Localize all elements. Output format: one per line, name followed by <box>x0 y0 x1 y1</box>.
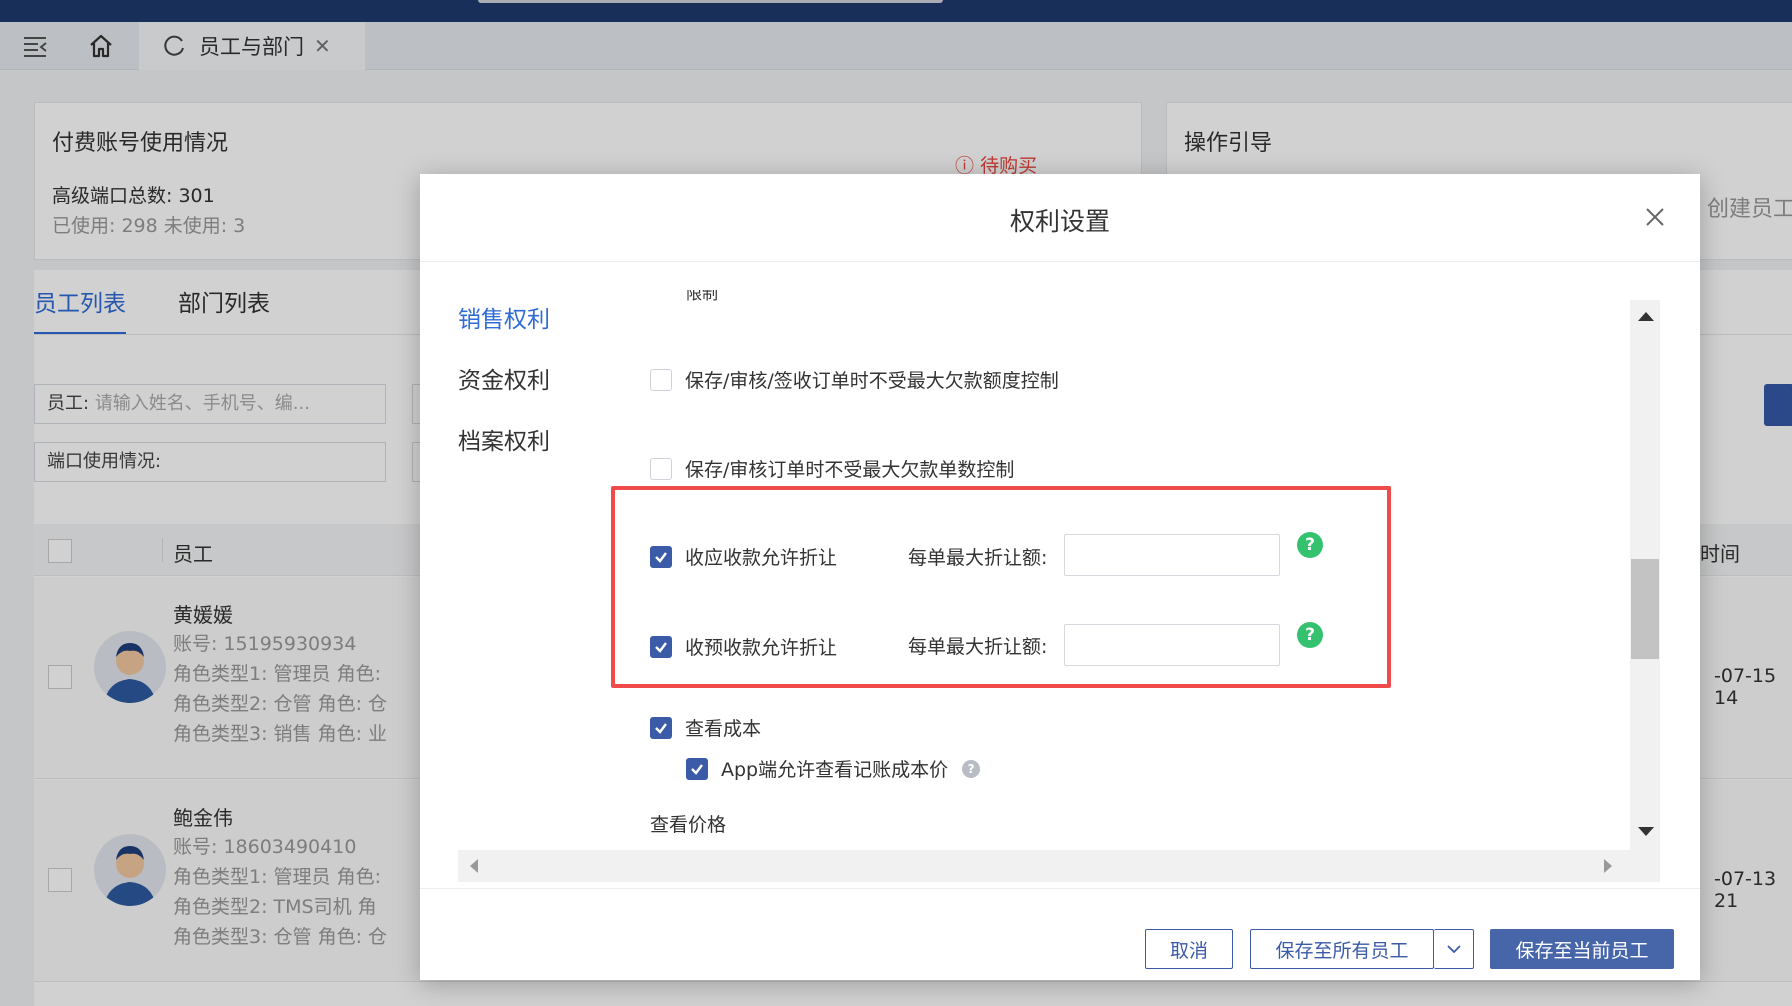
checkbox-checked[interactable] <box>686 757 708 780</box>
perm-label: 查看成本 <box>685 718 762 740</box>
perm-label: 保存/审核订单时不受最大欠款单数控制 <box>685 459 1015 481</box>
check-icon <box>691 763 703 775</box>
checkbox-unchecked[interactable] <box>650 457 672 480</box>
check-icon <box>655 551 667 563</box>
scroll-up-icon[interactable] <box>1638 312 1654 321</box>
perm-label: 收应收款允许折让 <box>685 547 838 569</box>
chevron-down-icon <box>1446 945 1461 954</box>
perm-ignore-max-debt-count[interactable]: 保存/审核订单时不受最大欠款单数控制 <box>650 455 1014 482</box>
checkbox-checked[interactable] <box>650 635 672 658</box>
nav-fund-permissions[interactable]: 资金权利 <box>458 361 550 422</box>
checkbox-checked[interactable] <box>650 545 672 568</box>
nav-archive-permissions[interactable]: 档案权利 <box>458 422 550 483</box>
perm-label: 保存/审核/签收订单时不受最大欠款额度控制 <box>685 370 1059 392</box>
scroll-right-icon[interactable] <box>1604 859 1612 873</box>
perm-label: App端允许查看记账成本价 <box>721 759 949 781</box>
check-icon <box>655 722 667 734</box>
perm-view-cost[interactable]: 查看成本 <box>650 714 761 741</box>
perm-prepayment-discount[interactable]: 收预收款允许折让 <box>650 633 837 660</box>
horizontal-scrollbar[interactable] <box>458 850 1630 882</box>
save-to-current-employee-button[interactable]: 保存至当前员工 <box>1490 929 1674 969</box>
max-discount-input-prepayment[interactable] <box>1064 624 1280 666</box>
permission-settings-modal: 权利设置 销售权利 资金权利 档案权利 限制 保存/审核/签收订单时不受最大欠款… <box>420 174 1700 980</box>
max-discount-label: 每单最大折让额: <box>908 636 1048 658</box>
save-to-all-employees-button[interactable]: 保存至所有员工 <box>1250 929 1434 969</box>
cancel-button[interactable]: 取消 <box>1145 929 1233 969</box>
vertical-scrollbar[interactable] <box>1630 300 1660 882</box>
close-icon[interactable] <box>1640 202 1670 232</box>
checkbox-checked[interactable] <box>650 716 672 739</box>
scroll-left-icon[interactable] <box>470 859 478 873</box>
perm-app-view-cost-price[interactable]: App端允许查看记账成本价 ? <box>686 755 981 782</box>
clipped-label: 限制 <box>686 290 719 302</box>
section-view-price: 查看价格 <box>650 814 727 836</box>
check-icon <box>655 641 667 653</box>
modal-title: 权利设置 <box>1009 207 1110 236</box>
help-icon[interactable]: ? <box>1297 622 1323 648</box>
perm-label: 收预收款允许折让 <box>685 637 838 659</box>
help-icon[interactable]: ? <box>962 759 981 778</box>
nav-sales-permissions[interactable]: 销售权利 <box>458 300 550 361</box>
perm-receivable-discount[interactable]: 收应收款允许折让 <box>650 543 837 570</box>
max-discount-label: 每单最大折让额: <box>908 547 1048 569</box>
modal-header: 权利设置 <box>420 174 1700 262</box>
max-discount-input-receivable[interactable] <box>1064 534 1280 576</box>
permission-category-nav: 销售权利 资金权利 档案权利 <box>458 300 550 483</box>
checkbox-unchecked[interactable] <box>650 368 672 391</box>
perm-ignore-max-debt-amount[interactable]: 保存/审核/签收订单时不受最大欠款额度控制 <box>650 366 1059 393</box>
help-icon[interactable]: ? <box>1297 532 1323 558</box>
modal-footer: 取消 保存至所有员工 保存至当前员工 <box>420 888 1700 980</box>
scroll-thumb[interactable] <box>1631 559 1659 659</box>
save-options-dropdown[interactable] <box>1434 929 1474 969</box>
scroll-down-icon[interactable] <box>1638 827 1654 836</box>
